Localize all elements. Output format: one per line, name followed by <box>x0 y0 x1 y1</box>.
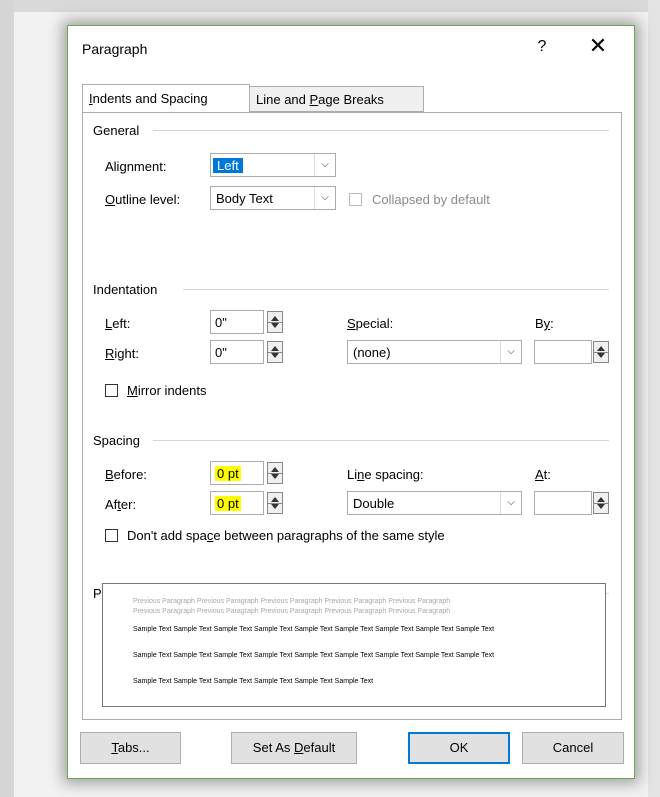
spacing-heading: Spacing <box>93 433 146 448</box>
arrow-down-icon <box>271 504 279 509</box>
arrow-up-icon <box>271 346 279 351</box>
outline-level-label: Outline level: <box>105 192 181 207</box>
chevron-down-icon: ⌵ <box>314 154 335 176</box>
after-input[interactable]: 0 pt <box>210 491 264 515</box>
background-top <box>0 0 660 12</box>
at-input[interactable] <box>534 491 592 515</box>
line-spacing-select[interactable]: Double ⌵ <box>347 491 522 515</box>
dialog-title: Paragraph <box>82 41 148 57</box>
preview-sample-line: Sample Text Sample Text Sample Text Samp… <box>133 678 374 685</box>
before-input[interactable]: 0 pt <box>210 461 264 485</box>
left-indent-label: Left: <box>105 316 131 331</box>
before-value: 0 pt <box>215 466 241 481</box>
collapsed-checkbox[interactable] <box>349 193 362 206</box>
alignment-select[interactable]: Left ⌵ <box>210 153 336 177</box>
title-bar: Paragraph ? ✕ <box>68 26 634 72</box>
help-button[interactable]: ? <box>534 38 550 56</box>
by-label: By: <box>535 316 554 331</box>
dont-add-space-label: Don't add space between paragraphs of th… <box>127 528 445 543</box>
left-indent-input[interactable]: 0" <box>210 310 264 334</box>
before-label: Before: <box>105 467 147 482</box>
tabs-button[interactable]: Tabs... <box>80 732 181 764</box>
right-indent-label: Right: <box>105 346 139 361</box>
by-input[interactable] <box>534 340 592 364</box>
left-indent-spinner[interactable] <box>267 311 283 333</box>
close-button[interactable]: ✕ <box>586 34 610 58</box>
arrow-down-icon <box>271 323 279 328</box>
arrow-up-icon <box>597 497 605 502</box>
arrow-up-icon <box>271 467 279 472</box>
before-spinner[interactable] <box>267 462 283 484</box>
after-spinner[interactable] <box>267 492 283 514</box>
tab-line-and-page-breaks[interactable]: Line and Page Breaks <box>250 86 424 112</box>
special-select[interactable]: (none) ⌵ <box>347 340 522 364</box>
chevron-down-icon: ⌵ <box>500 341 521 363</box>
tab-indents-and-spacing[interactable]: Indents and Spacing <box>82 84 250 112</box>
chevron-down-icon: ⌵ <box>314 187 335 209</box>
arrow-up-icon <box>271 316 279 321</box>
chevron-down-icon: ⌵ <box>500 492 521 514</box>
by-spinner[interactable] <box>593 341 609 363</box>
paragraph-dialog: Paragraph ? ✕ Indents and Spacing Line a… <box>67 25 635 779</box>
set-as-default-button[interactable]: Set As Default <box>231 732 357 764</box>
preview-sample-line: Sample Text Sample Text Sample Text Samp… <box>133 626 495 633</box>
spacing-divider <box>153 440 609 441</box>
collapsed-label: Collapsed by default <box>372 192 490 207</box>
preview-box: Previous Paragraph Previous Paragraph Pr… <box>102 583 606 707</box>
arrow-down-icon <box>597 353 605 358</box>
outline-level-select[interactable]: Body Text ⌵ <box>210 186 336 210</box>
cancel-button[interactable]: Cancel <box>522 732 624 764</box>
mirror-indents-label: Mirror indents <box>127 383 207 398</box>
special-value: (none) <box>353 345 391 360</box>
arrow-down-icon <box>271 353 279 358</box>
arrow-up-icon <box>597 346 605 351</box>
at-label: At: <box>535 467 551 482</box>
arrow-down-icon <box>597 504 605 509</box>
dont-add-space-checkbox[interactable] <box>105 529 118 542</box>
preview-sample-line: Sample Text Sample Text Sample Text Samp… <box>133 652 495 659</box>
preview-previous-line: Previous Paragraph Previous Paragraph Pr… <box>133 608 451 615</box>
line-spacing-label: Line spacing: <box>347 467 424 482</box>
indentation-heading: Indentation <box>93 282 164 297</box>
arrow-up-icon <box>271 497 279 502</box>
background-right <box>648 0 660 797</box>
arrow-down-icon <box>271 474 279 479</box>
at-spinner[interactable] <box>593 492 609 514</box>
right-indent-spinner[interactable] <box>267 341 283 363</box>
background-left <box>0 0 14 797</box>
alignment-label: Alignment: <box>105 159 167 174</box>
mirror-indents-checkbox[interactable] <box>105 384 118 397</box>
general-divider <box>153 130 609 131</box>
indentation-divider <box>183 289 609 290</box>
after-label: After: <box>105 497 137 512</box>
after-value: 0 pt <box>215 496 241 511</box>
alignment-value: Left <box>213 158 243 173</box>
line-spacing-value: Double <box>353 496 395 511</box>
right-indent-input[interactable]: 0" <box>210 340 264 364</box>
general-heading: General <box>93 123 146 138</box>
preview-previous-line: Previous Paragraph Previous Paragraph Pr… <box>133 598 451 605</box>
special-label: Special: <box>347 316 394 331</box>
ok-button[interactable]: OK <box>408 732 510 764</box>
outline-level-value: Body Text <box>216 191 273 206</box>
close-icon: ✕ <box>588 33 608 58</box>
